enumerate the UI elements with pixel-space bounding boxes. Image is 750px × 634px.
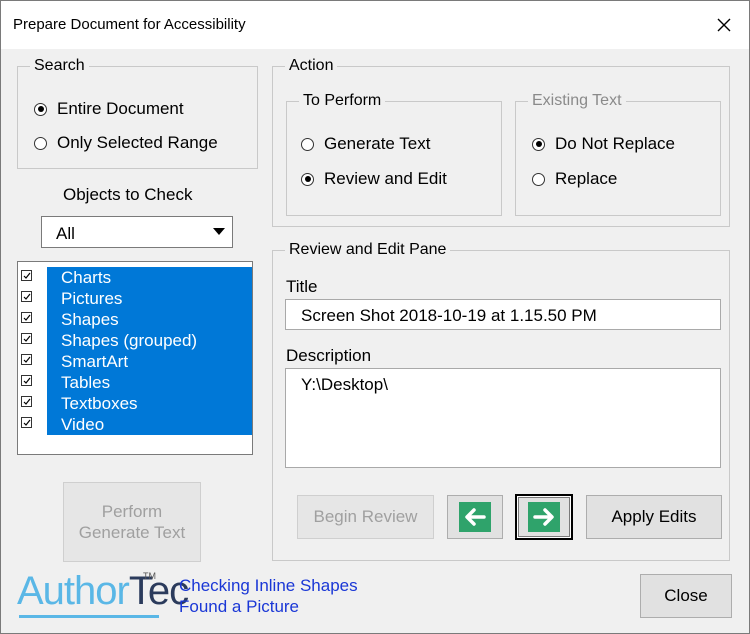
radio-label: Do Not Replace <box>555 134 676 153</box>
radio-label: Only Selected Range <box>57 133 218 152</box>
radio-label: Review and Edit <box>324 169 447 188</box>
description-textarea-value: Y:\Desktop\ <box>301 375 388 394</box>
list-item-video[interactable]: Video <box>18 414 252 435</box>
list-item-pictures[interactable]: Pictures <box>18 288 252 309</box>
radio-label: Generate Text <box>324 134 431 153</box>
list-item-label: Shapes <box>61 310 119 329</box>
title-label: Title <box>286 277 318 296</box>
existing-text-legend: Existing Text <box>532 92 622 109</box>
radio-replace[interactable]: Replace <box>532 169 617 189</box>
dropdown-value: All <box>56 224 75 243</box>
checkbox-checked-icon[interactable] <box>21 312 32 323</box>
close-icon <box>717 18 731 32</box>
radio-label: Entire Document <box>57 99 184 118</box>
checkbox-checked-icon[interactable] <box>21 396 32 407</box>
radio-indicator <box>301 172 314 186</box>
logo-part-author: Author <box>17 569 130 613</box>
radio-generate-text[interactable]: Generate Text <box>301 134 430 154</box>
checkbox-checked-icon[interactable] <box>21 375 32 386</box>
list-item-label: Tables <box>61 373 111 392</box>
list-item-smartart[interactable]: SmartArt <box>18 351 252 372</box>
list-item-label: Shapes (grouped) <box>61 331 198 350</box>
dropdown-arrow-icon[interactable] <box>208 219 230 245</box>
window-close-button[interactable] <box>705 7 743 43</box>
window-title: Prepare Document for Accessibility <box>13 16 246 33</box>
list-item-label: Textboxes <box>61 394 138 413</box>
checkbox-checked-icon[interactable] <box>21 417 32 428</box>
previous-button[interactable] <box>447 495 503 539</box>
list-item-shapes-grouped[interactable]: Shapes (grouped) <box>18 330 252 351</box>
radio-indicator <box>34 102 47 116</box>
list-item-tables[interactable]: Tables <box>18 372 252 393</box>
list-item-label: Charts <box>61 268 112 287</box>
radio-indicator <box>301 137 314 151</box>
dialog-window: Prepare Document for Accessibility Searc… <box>0 0 750 634</box>
status-line-2: Found a Picture <box>179 597 300 616</box>
existing-text-group: Existing Text <box>515 92 721 216</box>
to-perform-legend: To Perform <box>303 92 382 109</box>
checkbox-checked-icon[interactable] <box>21 333 32 344</box>
review-pane-legend: Review and Edit Pane <box>289 241 447 258</box>
action-legend: Action <box>289 57 334 74</box>
checkbox-checked-icon[interactable] <box>21 291 32 302</box>
title-input-value: Screen Shot 2018-10-19 at 1.15.50 PM <box>301 306 597 325</box>
apply-edits-button[interactable]: Apply Edits <box>586 495 722 539</box>
authortec-logo: AuthorTec TM <box>17 569 189 619</box>
button-line-1: Perform <box>101 502 163 521</box>
checkbox-checked-icon[interactable] <box>21 354 32 365</box>
list-item-label: Pictures <box>61 289 123 308</box>
radio-review-and-edit[interactable]: Review and Edit <box>301 169 447 189</box>
begin-review-button[interactable]: Begin Review <box>297 495 434 539</box>
radio-indicator <box>532 172 545 186</box>
next-button[interactable] <box>515 494 573 540</box>
perform-generate-text-button[interactable]: Perform Generate Text <box>63 482 201 562</box>
objects-dropdown[interactable]: All <box>41 216 233 248</box>
description-label: Description <box>286 346 372 365</box>
button-line-2: Generate Text <box>78 523 186 542</box>
objects-to-check-label: Objects to Check <box>63 185 193 204</box>
checkbox-checked-icon[interactable] <box>21 270 32 281</box>
title-input[interactable]: Screen Shot 2018-10-19 at 1.15.50 PM <box>285 299 721 330</box>
radio-indicator <box>34 136 47 150</box>
search-legend: Search <box>34 57 85 74</box>
logo-trademark: TM <box>143 571 156 581</box>
title-bar: Prepare Document for Accessibility <box>1 1 749 49</box>
list-item-label: SmartArt <box>61 352 129 371</box>
list-item-label: Video <box>61 415 105 434</box>
radio-entire-document[interactable]: Entire Document <box>34 99 184 119</box>
arrow-right-icon <box>528 502 560 532</box>
list-item-shapes[interactable]: Shapes <box>18 309 252 330</box>
arrow-left-icon <box>459 502 491 532</box>
list-item-charts[interactable]: Charts <box>18 267 252 288</box>
status-line-1: Checking Inline Shapes <box>179 576 358 595</box>
radio-indicator <box>532 137 545 151</box>
objects-listbox[interactable]: Charts Pictures Shapes Shapes (grouped) … <box>17 261 253 455</box>
radio-only-selected-range[interactable]: Only Selected Range <box>34 133 218 153</box>
to-perform-group: To Perform <box>286 92 502 216</box>
description-textarea[interactable]: Y:\Desktop\ <box>285 368 721 468</box>
radio-label: Replace <box>555 169 618 188</box>
close-button[interactable]: Close <box>640 574 732 618</box>
list-item-textboxes[interactable]: Textboxes <box>18 393 252 414</box>
radio-do-not-replace[interactable]: Do Not Replace <box>532 134 675 154</box>
